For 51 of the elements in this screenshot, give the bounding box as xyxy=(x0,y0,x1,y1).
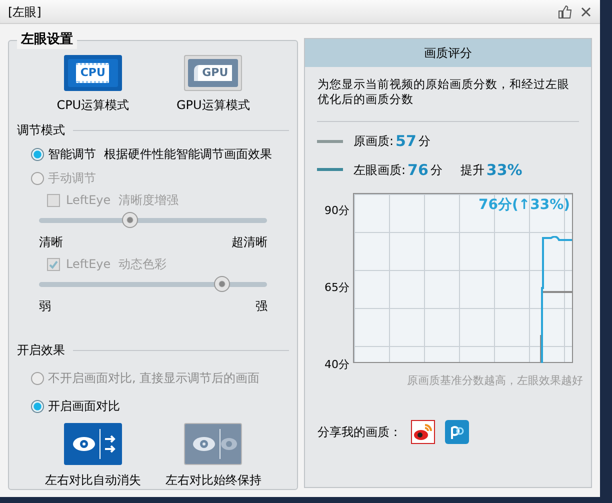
section-title: 调节模式 xyxy=(17,122,65,139)
compare-mode-label: 左右对比自动消失 xyxy=(45,472,142,489)
score-unit: 分 xyxy=(418,133,430,150)
thumbs-up-icon[interactable] xyxy=(558,4,572,18)
radio-label: 开启画面对比 xyxy=(48,398,120,415)
share-label: 分享我的画质： xyxy=(317,424,402,440)
window-title: [左眼] xyxy=(8,4,42,20)
radio-button[interactable] xyxy=(31,372,44,384)
section-title: 开启效果 xyxy=(17,342,65,359)
close-icon[interactable] xyxy=(580,6,592,18)
cpu-mode-button[interactable]: CPU xyxy=(64,55,122,91)
legend-label: 原画质: xyxy=(353,133,394,150)
check-icon xyxy=(49,260,58,268)
score-unit: 分 xyxy=(430,162,442,179)
legend-score: 76 xyxy=(408,160,428,180)
radio-note: 根据硬件性能智能调节画面效果 xyxy=(104,146,272,163)
legend-label: 左眼画质: xyxy=(353,162,406,179)
graph-caption: 原画质基准分数越高，左眼效果越好 xyxy=(407,373,584,389)
compare-mode-button[interactable] xyxy=(184,423,242,465)
share-app-icon[interactable] xyxy=(445,420,470,444)
chip-icon: CPU xyxy=(76,63,110,83)
y-axis-label: 65分 xyxy=(324,282,350,294)
chip-icon: GPU xyxy=(194,65,232,81)
gpu-mode-button[interactable]: GPU xyxy=(184,55,242,91)
slider-max-label: 强 xyxy=(255,298,268,315)
mode-label: CPU运算模式 xyxy=(56,97,130,114)
graph-score-overlay: 76分(↑33%) xyxy=(478,196,570,215)
radio-button[interactable] xyxy=(31,148,44,160)
radio-label: 不开启画面对比, 直接显示调节后的画面 xyxy=(48,370,260,387)
weibo-icon[interactable] xyxy=(411,420,436,444)
radio-button[interactable] xyxy=(31,400,44,412)
slider-min-label: 弱 xyxy=(39,298,51,315)
panel-title: 左眼设置 xyxy=(17,31,77,49)
slider-min-label: 清晰 xyxy=(39,234,63,251)
y-axis-label: 90分 xyxy=(324,205,350,217)
boost-label: 提升 xyxy=(460,162,484,179)
radio-label: 智能调节 xyxy=(48,146,96,163)
mode-label: GPU运算模式 xyxy=(176,97,250,114)
checkbox-label: LeftEye 清晰度增强 xyxy=(66,192,178,209)
legend-score: 57 xyxy=(396,131,416,152)
compare-mode-button[interactable] xyxy=(64,423,122,465)
compare-mode-label: 左右对比始终保持 xyxy=(165,472,262,489)
panel-header: 画质评分 xyxy=(305,39,591,67)
y-axis-label: 40分 xyxy=(324,359,350,371)
checkbox-label: LeftEye 动态色彩 xyxy=(66,256,166,273)
radio-label: 手动调节 xyxy=(48,170,96,187)
description-text: 为您显示当前视频的原始画质分数，和经过左眼优化后的画质分数 xyxy=(316,76,570,107)
slider-track[interactable] xyxy=(39,275,268,293)
slider-track[interactable] xyxy=(39,211,268,229)
boost-value: 33% xyxy=(486,160,522,180)
slider-max-label: 超清晰 xyxy=(231,234,268,251)
